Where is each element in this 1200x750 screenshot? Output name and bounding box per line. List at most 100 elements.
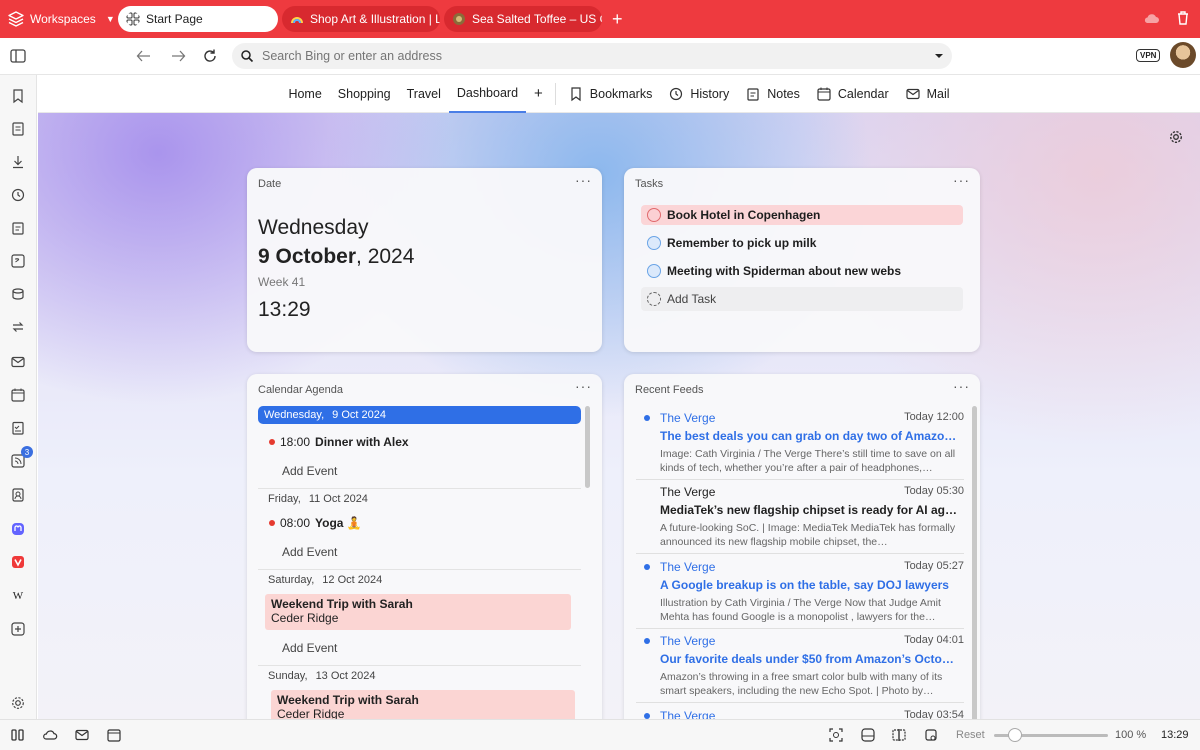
- tab-shop-art[interactable]: Shop Art & Illustration | Lis: [282, 6, 440, 32]
- downloads-button[interactable]: [9, 153, 27, 171]
- notes-link[interactable]: Notes: [737, 75, 808, 113]
- new-tab-button[interactable]: +: [612, 9, 623, 30]
- calendar-link[interactable]: Calendar: [808, 75, 897, 113]
- agenda-event[interactable]: 18:00 Dinner with Alex: [269, 435, 409, 449]
- settings-button[interactable]: [9, 694, 27, 712]
- more-options-icon[interactable]: ···: [575, 172, 592, 188]
- notes-panel-button[interactable]: [9, 219, 27, 237]
- cloud-icon[interactable]: [1142, 9, 1160, 27]
- feed-item[interactable]: The Verge Today 05:30 MediaTek’s new fla…: [636, 485, 964, 549]
- window-panel-button[interactable]: [9, 285, 27, 303]
- add-speed-dial-button[interactable]: +: [526, 75, 551, 113]
- tab-start-page[interactable]: Start Page: [118, 6, 278, 32]
- agenda-event[interactable]: 08:00 Yoga 🧘: [269, 516, 362, 530]
- tab-bar: Workspaces ▼ Start Page Shop Art & Illus…: [0, 0, 1200, 38]
- calendar-icon[interactable]: [106, 727, 122, 743]
- more-options-icon[interactable]: ···: [575, 378, 592, 394]
- add-panel-button[interactable]: [9, 620, 27, 638]
- more-options-icon[interactable]: ···: [953, 378, 970, 394]
- reload-button[interactable]: [196, 42, 224, 70]
- back-button[interactable]: [130, 42, 158, 70]
- url-field[interactable]: [232, 43, 952, 69]
- tasks-panel-button[interactable]: [9, 419, 27, 437]
- feed-headline[interactable]: A Google breakup is on the table, say DO…: [660, 578, 960, 592]
- zoom-slider-knob[interactable]: [1008, 728, 1022, 742]
- trash-icon[interactable]: [1174, 9, 1192, 27]
- reading-list-button[interactable]: [9, 120, 27, 138]
- agenda-event[interactable]: Weekend Trip with Sarah Ceder Ridge: [265, 594, 571, 630]
- panel-toggle-button[interactable]: [4, 42, 32, 70]
- bookmarks-panel-button[interactable]: [9, 87, 27, 105]
- stack-icon: [12, 288, 24, 300]
- history-link[interactable]: History: [660, 75, 737, 113]
- address-bar: VPN: [0, 38, 1200, 75]
- calendar-icon: [11, 388, 25, 402]
- mail-link[interactable]: Mail: [897, 75, 958, 113]
- tab-sea-salted-toffee[interactable]: Sea Salted Toffee – US On: [444, 6, 602, 32]
- page-actions-icon[interactable]: [860, 727, 876, 743]
- speed-dial-tab-travel[interactable]: Travel: [399, 75, 449, 113]
- mail-icon: [906, 88, 920, 99]
- workspaces-button[interactable]: Workspaces ▼: [0, 11, 118, 27]
- feed-item[interactable]: The Verge Today 12:00 The best deals you…: [636, 411, 964, 475]
- feeds-badge: 3: [21, 446, 33, 458]
- speed-dial-nav: Home Shopping Travel Dashboard + Bookmar…: [38, 75, 1200, 113]
- panel-toggle-icon[interactable]: [10, 727, 26, 743]
- feeds-panel-button[interactable]: 3: [9, 446, 33, 470]
- sidebar-toggle-icon: [10, 49, 26, 63]
- translate-panel-button[interactable]: [9, 252, 27, 270]
- capture-icon[interactable]: [828, 727, 844, 743]
- wikipedia-panel-button[interactable]: W: [9, 586, 27, 604]
- mastodon-panel-button[interactable]: [9, 520, 27, 538]
- feed-item[interactable]: The Verge Today 04:01 Our favorite deals…: [636, 634, 964, 698]
- feed-headline[interactable]: MediaTek’s new flagship chipset is ready…: [660, 503, 960, 517]
- bookmarks-link[interactable]: Bookmarks: [560, 75, 661, 113]
- feed-headline[interactable]: Our favorite deals under $50 from Amazon…: [660, 652, 960, 666]
- add-task-button[interactable]: Add Task: [641, 287, 963, 311]
- calendar-panel-button[interactable]: [9, 386, 27, 404]
- zoom-reset-button[interactable]: Reset: [956, 729, 985, 741]
- feed-item[interactable]: The Verge Today 03:54: [636, 709, 964, 719]
- feed-time: Today 12:00: [904, 411, 964, 423]
- speed-dial-tab-shopping[interactable]: Shopping: [330, 75, 399, 113]
- address-input[interactable]: [262, 49, 926, 63]
- zoom-slider[interactable]: [994, 728, 1108, 742]
- feed-summary: Illustration by Cath Virginia / The Verg…: [660, 597, 941, 623]
- dropdown-arrow-icon[interactable]: [934, 51, 944, 61]
- agenda-event[interactable]: Weekend Trip with Sarah Ceder Ridge: [271, 690, 575, 719]
- agenda-scrollbar[interactable]: [585, 406, 590, 488]
- cloud-sync-icon[interactable]: [42, 727, 58, 743]
- images-icon[interactable]: [923, 727, 939, 743]
- task-checkbox[interactable]: [647, 236, 661, 250]
- history-panel-button[interactable]: [9, 186, 27, 204]
- add-event-button[interactable]: Add Event: [282, 545, 337, 559]
- gear-icon[interactable]: [1168, 129, 1184, 145]
- vivaldi-panel-button[interactable]: [9, 553, 27, 571]
- tasks-widget: Tasks ··· Book Hotel in Copenhagen Remem…: [624, 168, 980, 352]
- arrow-left-icon: [136, 50, 150, 62]
- feed-time: Today 05:27: [904, 560, 964, 572]
- feed-summary: A future-looking SoC. | Image: MediaTek …: [660, 522, 956, 548]
- sync-panel-button[interactable]: [9, 318, 27, 336]
- gear-icon: [12, 697, 24, 709]
- feed-item[interactable]: The Verge Today 05:27 A Google breakup i…: [636, 560, 964, 624]
- speed-dial-tab-home[interactable]: Home: [280, 75, 329, 113]
- contacts-panel-button[interactable]: [9, 486, 27, 504]
- mail-icon[interactable]: [74, 727, 90, 743]
- task-item[interactable]: Remember to pick up milk: [641, 233, 963, 253]
- add-event-button[interactable]: Add Event: [282, 641, 337, 655]
- vpn-button[interactable]: VPN: [1136, 49, 1161, 62]
- task-item[interactable]: Meeting with Spiderman about new webs: [641, 261, 963, 281]
- tiling-icon[interactable]: [891, 727, 907, 743]
- feed-headline[interactable]: The best deals you can grab on day two o…: [660, 429, 960, 443]
- task-checkbox[interactable]: [647, 264, 661, 278]
- task-checkbox[interactable]: [647, 208, 661, 222]
- speed-dial-tab-dashboard[interactable]: Dashboard: [448, 75, 527, 113]
- profile-avatar[interactable]: [1170, 42, 1196, 68]
- feeds-scrollbar[interactable]: [972, 406, 977, 719]
- mail-panel-button[interactable]: [9, 353, 27, 371]
- add-event-button[interactable]: Add Event: [282, 464, 337, 478]
- forward-button[interactable]: [164, 42, 192, 70]
- task-item[interactable]: Book Hotel in Copenhagen: [641, 205, 963, 225]
- more-options-icon[interactable]: ···: [953, 172, 970, 188]
